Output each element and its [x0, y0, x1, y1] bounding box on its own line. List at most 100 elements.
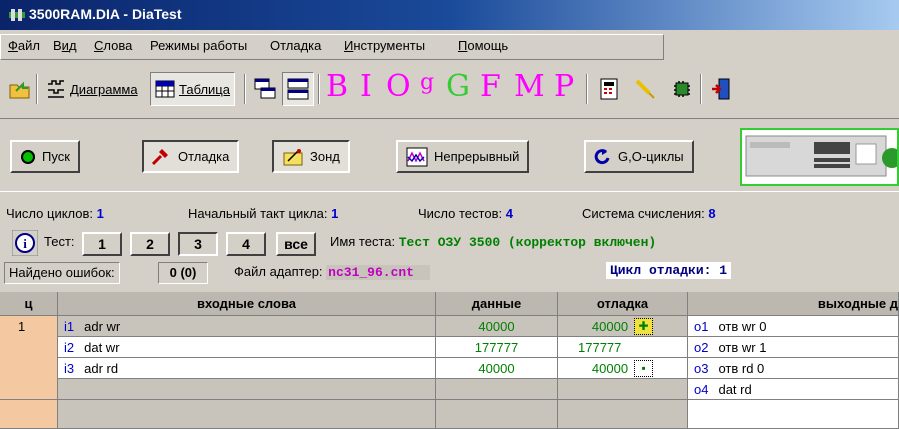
svg-text:i: i: [23, 236, 27, 251]
tests-value: 4: [505, 206, 513, 221]
loop-arrow-icon: [594, 148, 610, 164]
header-cycle[interactable]: ц: [0, 292, 58, 316]
test-2-button[interactable]: 2: [130, 232, 170, 256]
probe-tool-button[interactable]: [630, 72, 660, 106]
header-data[interactable]: данные: [436, 292, 558, 316]
data-cell[interactable]: [436, 379, 558, 400]
debug-button[interactable]: Отладка: [142, 140, 240, 173]
errors-label: Найдено ошибок:: [9, 265, 115, 280]
cycle-number-cell-empty: [0, 400, 58, 429]
calculator-button[interactable]: [594, 72, 624, 106]
debug-cell[interactable]: [558, 379, 688, 400]
adapter-value: nc31_96.cnt: [326, 265, 430, 280]
letter-i-button[interactable]: I: [360, 67, 372, 107]
table-view-button[interactable]: Таблица: [150, 72, 235, 106]
data-cell[interactable]: 40000: [436, 316, 558, 337]
open-file-button[interactable]: [4, 72, 36, 106]
header-debug[interactable]: отладка: [558, 292, 688, 316]
expand-plus-icon[interactable]: ✚: [634, 317, 654, 335]
menu-debug[interactable]: Отладка: [270, 38, 321, 53]
radix-label: Система счисления:: [582, 206, 705, 221]
go-cycles-button[interactable]: G,O-циклы: [584, 140, 694, 173]
diagram-icon: [48, 80, 64, 98]
open-folder-icon: [9, 81, 30, 99]
probe-button[interactable]: Зонд: [272, 140, 350, 173]
probe-label: Зонд: [310, 149, 340, 164]
test-3-button[interactable]: 3: [178, 232, 218, 256]
output-word-cell[interactable]: o1 отв wr 0: [688, 316, 899, 337]
menu-tools[interactable]: Инструменты: [344, 38, 425, 53]
debug-label: Отладка: [178, 149, 230, 164]
debug-cell[interactable]: 40000 ✚: [558, 316, 688, 337]
diagram-view-button[interactable]: Диаграмма: [42, 72, 142, 106]
waveform-icon: [406, 147, 428, 166]
debug-cell[interactable]: [558, 400, 688, 429]
adapter-label: Файл адаптер:: [234, 264, 323, 279]
errors-value: 0 (0): [158, 262, 208, 284]
test-4-button[interactable]: 4: [226, 232, 266, 256]
exit-button[interactable]: [706, 72, 736, 106]
data-cell[interactable]: 40000: [436, 358, 558, 379]
input-word-cell[interactable]: i1 adr wr: [58, 316, 436, 337]
menu-help[interactable]: Помощь: [458, 38, 508, 53]
output-index: o3: [694, 360, 709, 376]
continuous-button[interactable]: Непрерывный: [396, 140, 530, 173]
menu-modes[interactable]: Режимы работы: [150, 38, 247, 53]
app-icon: [9, 9, 25, 21]
output-word-cell[interactable]: o4 dat rd: [688, 379, 899, 400]
debug-cell[interactable]: 40000 ▪: [558, 358, 688, 379]
letter-b-button[interactable]: B: [326, 67, 348, 107]
debug-value: 177777: [578, 339, 622, 355]
radix-info: Система счисления: 8: [582, 206, 716, 221]
debug-cell[interactable]: 177777: [558, 337, 688, 358]
input-word-cell[interactable]: [58, 400, 436, 429]
header-input-words[interactable]: входные слова: [58, 292, 436, 316]
record-icon: [21, 149, 35, 164]
run-button[interactable]: Пуск: [10, 140, 80, 173]
letter-f-button[interactable]: F: [480, 67, 501, 107]
letter-m-button[interactable]: M: [514, 67, 545, 107]
info-button[interactable]: i: [11, 229, 39, 257]
window-title: 3500RAM.DIA - DiaTest: [29, 6, 182, 22]
test-1-button[interactable]: 1: [82, 232, 122, 256]
input-word-cell[interactable]: i2 dat wr: [58, 337, 436, 358]
input-name: adr rd: [84, 360, 119, 376]
cascade-icon: [254, 78, 276, 99]
debug-value: 40000: [591, 318, 629, 334]
data-cell[interactable]: [436, 400, 558, 429]
letter-p-button[interactable]: P: [554, 67, 574, 107]
chip-tool-button[interactable]: [666, 72, 698, 106]
probe-icon: [635, 79, 655, 99]
letter-o-button[interactable]: O: [386, 67, 411, 107]
menu-words[interactable]: Слова: [94, 38, 132, 53]
test-all-button[interactable]: все: [276, 232, 316, 256]
input-word-cell[interactable]: i3 adr rd: [58, 358, 436, 379]
start-tact-label: Начальный такт цикла:: [188, 206, 328, 221]
test-name-label: Имя теста:: [330, 234, 396, 249]
output-index: o2: [694, 339, 709, 355]
menu-view[interactable]: Вид: [53, 38, 77, 53]
input-word-cell[interactable]: [58, 379, 436, 400]
toolbar-separator: [318, 74, 320, 104]
expand-dot-icon[interactable]: ▪: [634, 359, 654, 377]
radix-value: 8: [708, 206, 716, 221]
test-label: Тест:: [44, 234, 75, 249]
tests-label: Число тестов:: [418, 206, 503, 221]
output-word-cell[interactable]: o2 отв wr 1: [688, 337, 899, 358]
output-word-cell[interactable]: o3 отв rd 0: [688, 358, 899, 379]
window-tile-button[interactable]: [282, 72, 314, 106]
header-output-words[interactable]: выходные д: [688, 292, 899, 316]
diagram-label: Диаграмма: [70, 81, 138, 97]
toolbar-separator: [586, 74, 588, 104]
cycle-number-cell[interactable]: 1: [0, 316, 58, 400]
data-cell[interactable]: 177777: [436, 337, 558, 358]
input-index: i2: [64, 339, 75, 355]
output-index: o1: [694, 318, 709, 334]
letter-g-small-button[interactable]: g: [420, 63, 434, 103]
output-word-cell[interactable]: [688, 400, 899, 429]
errors-info: Найдено ошибок:: [4, 262, 120, 284]
letter-g-button[interactable]: G: [446, 67, 470, 107]
menu-file[interactable]: Файл: [8, 38, 40, 53]
window-cascade-button[interactable]: [250, 72, 280, 106]
gavel-icon: [152, 148, 168, 165]
